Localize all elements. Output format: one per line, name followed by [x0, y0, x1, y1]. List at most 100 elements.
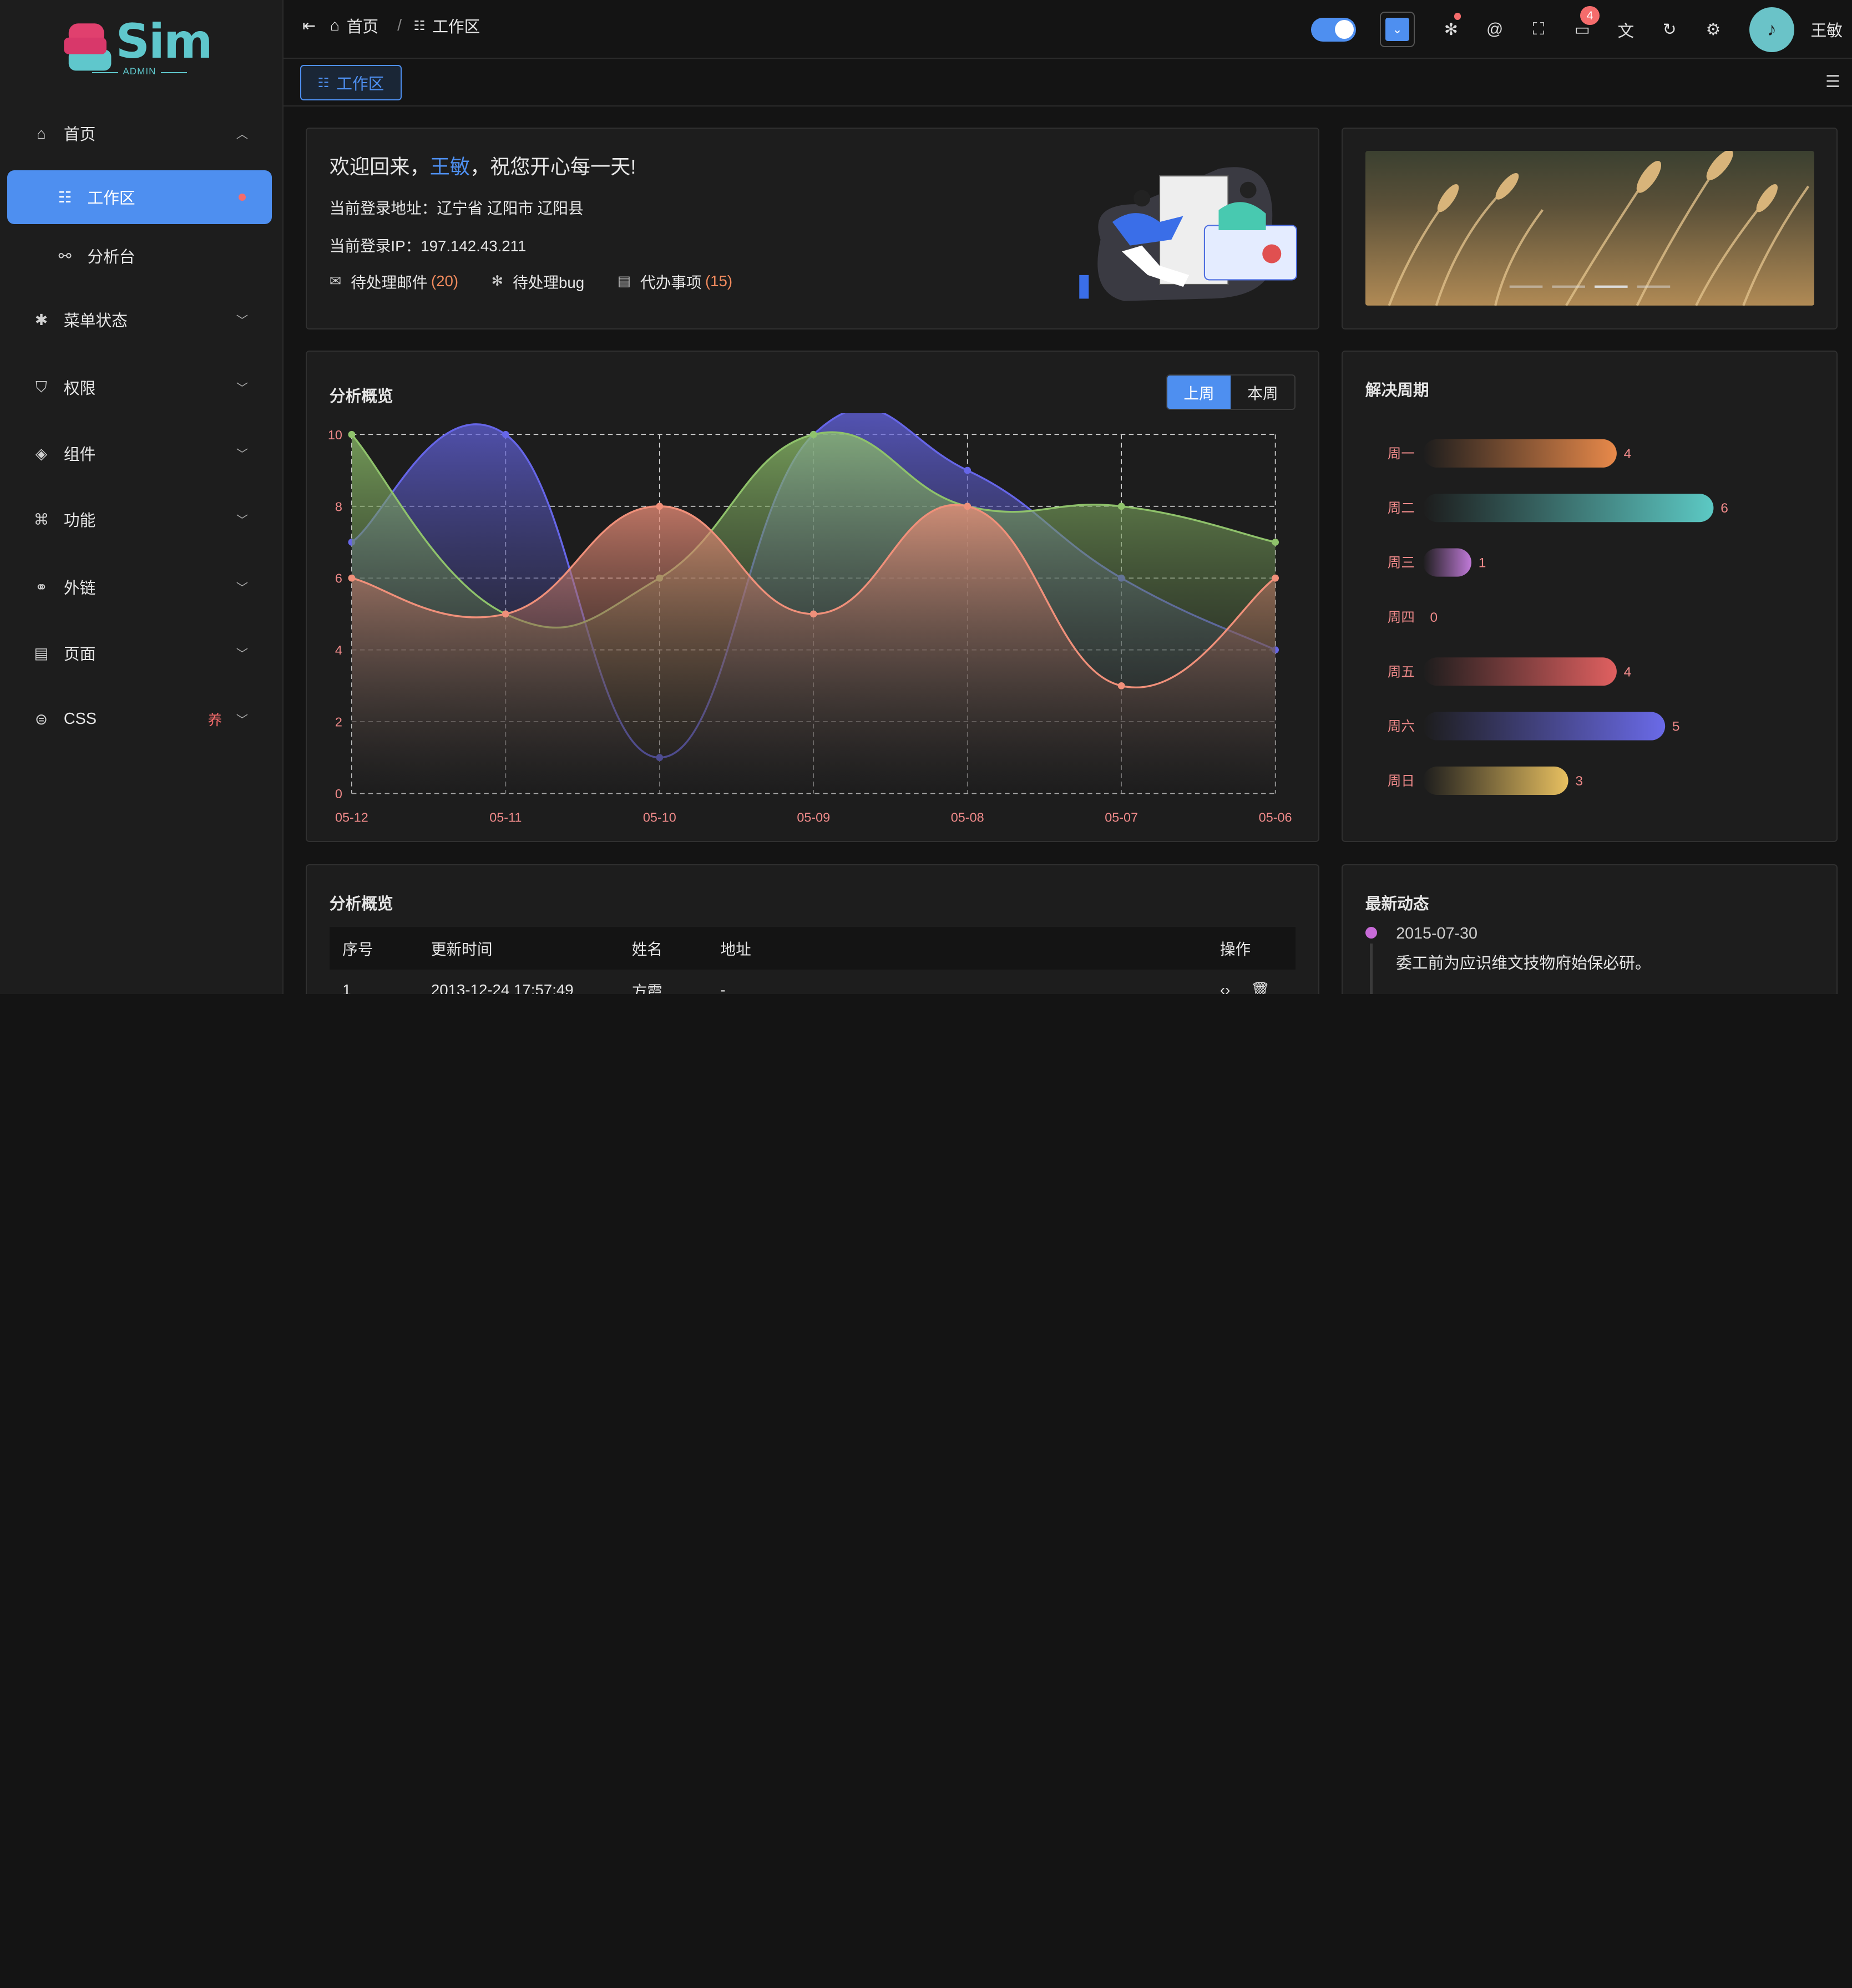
- chevron-down-icon: ﹀: [236, 713, 249, 727]
- asterisk-icon: ✱: [34, 311, 48, 329]
- data-point[interactable]: [1118, 682, 1125, 689]
- sidebar-item-label: 权限: [63, 379, 96, 398]
- bug-button[interactable]: ✻: [1429, 0, 1473, 59]
- cycle-bar-chart: 周一 4 周二 6 周三 1 周四 0 周五 4 周六 5 周日 3: [1388, 439, 1728, 795]
- table-card: 分析概览 序号 更新时间 姓名 地址 操作 1 2013-12-24 17:57…: [306, 864, 1319, 995]
- carousel-image[interactable]: [1365, 151, 1814, 306]
- data-point[interactable]: [810, 610, 817, 618]
- chevron-down-icon: ⌄: [1385, 17, 1409, 42]
- bar-value-label: 3: [1576, 774, 1583, 789]
- sidebar-item-label: 分析台: [87, 248, 135, 267]
- breadcrumb-home[interactable]: 首页: [347, 14, 378, 37]
- delete-icon[interactable]: 🗑: [1251, 981, 1270, 994]
- cell-name: 方霞: [631, 982, 663, 995]
- y-tick-label: 2: [335, 714, 342, 729]
- data-point[interactable]: [964, 503, 971, 510]
- list-icon: ☷: [317, 75, 330, 90]
- sidebar-item-css[interactable]: ⊜ CSS 养 ﹀: [7, 692, 272, 746]
- mail-icon: ✉: [329, 273, 342, 290]
- data-point[interactable]: [810, 430, 817, 438]
- timeline-line: [1370, 943, 1373, 995]
- collapse-menu-icon[interactable]: ⇤: [302, 16, 316, 36]
- refresh-button[interactable]: ↻: [1648, 0, 1692, 59]
- bar-category-label: 周二: [1388, 501, 1415, 516]
- todo-link[interactable]: ▤ 代办事项 (15): [618, 270, 732, 292]
- sidebar-item-links[interactable]: ⚭ 外链 ﹀: [7, 560, 272, 614]
- sidebar-item-label: 首页: [63, 126, 96, 144]
- data-point[interactable]: [1118, 503, 1125, 510]
- analysis-icon: ⚯: [58, 247, 72, 265]
- sidebar-item-pages[interactable]: ▤ 页面 ﹀: [7, 626, 272, 680]
- tab-workspace[interactable]: ☷ 工作区: [300, 65, 402, 100]
- sidebar-item-analysis[interactable]: ⚯ 分析台: [7, 229, 272, 283]
- login-address: 当前登录地址：辽宁省 辽阳市 辽阳县: [329, 200, 584, 217]
- cell-address: -: [720, 981, 726, 995]
- tab-settings-icon[interactable]: ☰: [1825, 72, 1840, 92]
- sidebar-item-permission[interactable]: ⛉ 权限 ﹀: [7, 360, 272, 414]
- data-point[interactable]: [1272, 539, 1279, 546]
- sidebar-item-features[interactable]: ⌘ 功能 ﹀: [7, 493, 272, 547]
- sidebar-item-components[interactable]: ◈ 组件 ﹀: [7, 426, 272, 480]
- top-header: ⇤ ⌂ 首页 / ☷ 工作区 ⌄ ✻ @ ⛶ ▭ 4 文 ↻ ⚙ ♪ 王敏: [283, 0, 1852, 59]
- cycle-title: 解决周期: [1365, 382, 1429, 400]
- bar[interactable]: [1423, 657, 1617, 686]
- chevron-down-icon: ﹀: [236, 581, 249, 595]
- logo-mark-icon: [63, 23, 112, 71]
- breadcrumb: ⇤ ⌂ 首页 / ☷ 工作区: [302, 14, 487, 37]
- data-point[interactable]: [348, 430, 356, 438]
- code-icon[interactable]: ‹›: [1220, 981, 1230, 995]
- sidebar-item-label: 菜单状态: [63, 312, 128, 331]
- sidebar-item-label: CSS: [63, 709, 97, 728]
- message-button[interactable]: ▭ 4: [1560, 0, 1604, 59]
- col-address: 地址: [720, 941, 751, 958]
- data-point[interactable]: [502, 610, 510, 618]
- activity-card: 最新动态 2015-07-30 委工前为应识维文技物府始保必研。: [1342, 864, 1838, 995]
- period-toggle: 上周 本周: [1166, 374, 1296, 410]
- data-point[interactable]: [656, 503, 664, 510]
- github-button[interactable]: @: [1473, 0, 1517, 59]
- y-tick-label: 8: [335, 499, 342, 514]
- data-point[interactable]: [1272, 574, 1279, 582]
- bar-value-label: 1: [1479, 556, 1486, 571]
- activity-text: 委工前为应识维文技物府始保必研。: [1396, 954, 1651, 972]
- fullscreen-button[interactable]: ⛶: [1517, 0, 1561, 59]
- data-point[interactable]: [348, 574, 356, 582]
- last-week-button[interactable]: 上周: [1167, 375, 1231, 409]
- data-point[interactable]: [502, 430, 510, 438]
- breadcrumb-separator: /: [397, 16, 402, 34]
- avatar[interactable]: ♪: [1749, 7, 1794, 52]
- sidebar-item-home[interactable]: ⌂ 首页 ︿: [7, 106, 272, 161]
- bar[interactable]: [1423, 766, 1568, 795]
- x-tick-label: 05-10: [643, 810, 676, 825]
- pending-mail-link[interactable]: ✉ 待处理邮件 (20): [330, 270, 458, 292]
- language-button[interactable]: 文: [1604, 0, 1648, 59]
- theme-toggle[interactable]: [1311, 17, 1357, 42]
- sidebar-item-workspace[interactable]: ☷ 工作区: [7, 170, 272, 225]
- guitar-icon: ♪: [1767, 18, 1777, 40]
- bar[interactable]: [1423, 548, 1472, 577]
- grid-icon: ⌘: [33, 511, 49, 529]
- this-week-button[interactable]: 本周: [1231, 376, 1294, 409]
- login-ip: 当前登录IP：197.142.43.211: [329, 237, 527, 255]
- sidebar-item-label: 功能: [63, 512, 96, 530]
- settings-button[interactable]: ⚙: [1692, 0, 1735, 59]
- bar-category-label: 周五: [1388, 665, 1415, 679]
- color-picker[interactable]: ⌄: [1379, 12, 1415, 48]
- sidebar-item-label: 页面: [63, 645, 96, 663]
- chevron-down-icon: ﹀: [236, 314, 249, 328]
- bar[interactable]: [1423, 712, 1666, 741]
- cycle-card: 解决周期 周一 4 周二 6 周三 1 周四 0 周五 4 周六 5 周日 3: [1342, 351, 1838, 842]
- pending-bug-link[interactable]: ✻ 待处理bug: [492, 270, 585, 292]
- chevron-down-icon: ﹀: [236, 381, 249, 395]
- bar[interactable]: [1423, 494, 1714, 523]
- analysis-card: 分析概览 上周 本周 0 2 4 6 8 10 05-12 05-11 05-10 05-09 05…: [306, 351, 1319, 842]
- data-point[interactable]: [964, 466, 971, 474]
- username[interactable]: 王敏: [1810, 18, 1842, 41]
- sidebar-item-menu-state[interactable]: ✱ 菜单状态 ﹀: [7, 293, 272, 347]
- x-tick-label: 05-07: [1105, 810, 1138, 825]
- app-logo[interactable]: Sim ADMIN: [62, 14, 227, 83]
- bar[interactable]: [1423, 439, 1617, 468]
- chevron-down-icon: ﹀: [236, 447, 249, 461]
- css-icon: ⊜: [34, 710, 48, 728]
- cell-index: 1: [342, 981, 351, 995]
